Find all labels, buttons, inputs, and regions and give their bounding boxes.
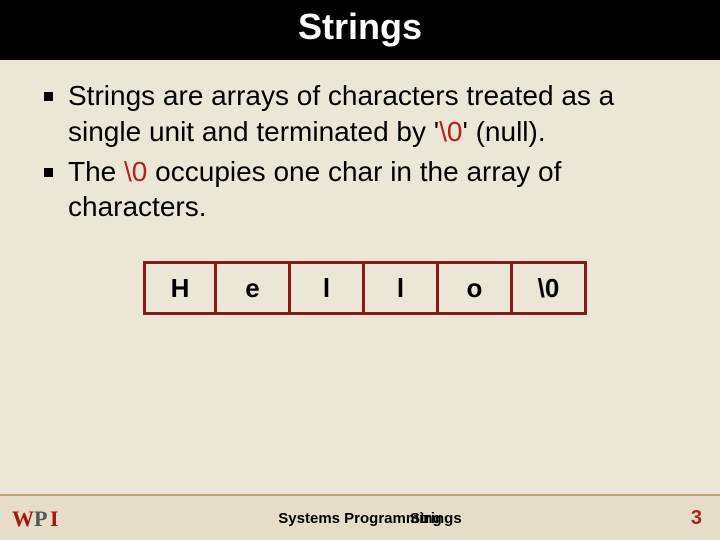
bullet-item: The \0 occupies one char in the array of… [44,154,686,226]
bullet-text-highlight: \0 [124,156,147,187]
footer-center-text: Systems Programming [0,510,720,527]
bullet-text-highlight: \0 [439,116,462,147]
bullet-item: Strings are arrays of characters treated… [44,78,686,150]
array-cell: \0 [513,261,587,315]
char-array: H e l l o \0 [44,261,686,315]
bullet-text-pre: The [68,156,124,187]
footer-topic-text: Strings [410,510,462,527]
array-cell: H [143,261,217,315]
footer-page-number: 3 [691,507,702,530]
array-cell: e [217,261,291,315]
title-bar: Strings [0,0,720,60]
array-cell: l [291,261,365,315]
array-cell: o [439,261,513,315]
slide-content: Strings are arrays of characters treated… [0,60,720,315]
slide-footer: W P I Systems Programming Strings 3 [0,494,720,540]
array-cell: l [365,261,439,315]
bullet-list: Strings are arrays of characters treated… [44,78,686,225]
slide-title: Strings [0,6,720,48]
bullet-text-post: ' (null). [462,116,545,147]
